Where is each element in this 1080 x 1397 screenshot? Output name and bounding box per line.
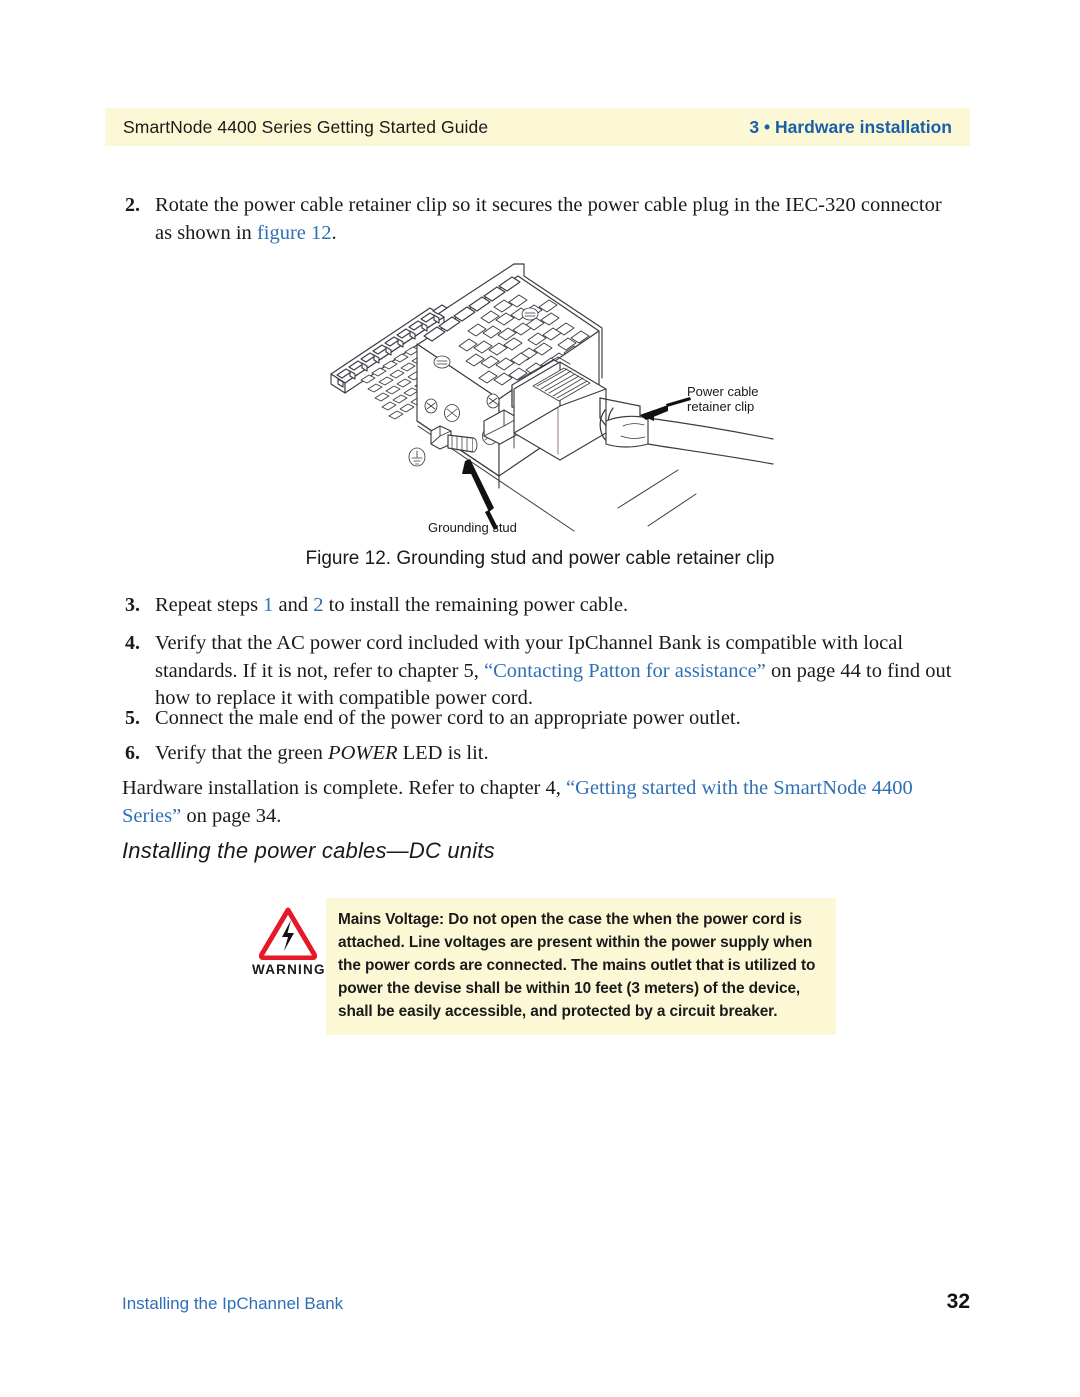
step-text: Rotate the power cable retainer clip so … xyxy=(155,192,960,247)
step-number: 3. xyxy=(125,594,140,616)
step-text-segment: . xyxy=(331,221,337,244)
figure-12-link[interactable]: figure 12 xyxy=(257,222,332,244)
warning-triangle-lightning-icon xyxy=(258,907,318,960)
warning-message-text: Mains Voltage: Do not open the case the … xyxy=(338,911,816,1020)
warning-icon-column: WARNING xyxy=(252,906,324,977)
power-led-emphasis: POWER xyxy=(328,742,398,764)
step-item-3: 3. Repeat steps 1 and 2 to install the r… xyxy=(125,592,960,620)
step-2-link[interactable]: 2 xyxy=(313,594,323,616)
step-text-segment: Repeat steps xyxy=(155,594,264,616)
step-number: 6. xyxy=(125,742,140,764)
closing-paragraph: Hardware installation is complete. Refer… xyxy=(122,775,962,830)
step-item-2: 2. Rotate the power cable retainer clip … xyxy=(125,192,960,247)
footer-section-title: Installing the IpChannel Bank xyxy=(122,1294,344,1313)
step-item-5: 5. Connect the male end of the power cor… xyxy=(125,705,960,733)
header-chapter-title: 3 • Hardware installation xyxy=(749,116,952,137)
step-text: Verify that the green POWER LED is lit. xyxy=(155,740,960,768)
step-text-segment: Verify that the green xyxy=(155,742,329,764)
section-heading-dc-units: Installing the power cables—DC units xyxy=(122,838,495,863)
figure-12-caption: Figure 12. Grounding stud and power cabl… xyxy=(305,548,775,569)
callout-arrow-retainer-clip xyxy=(640,397,691,421)
header-guide-title: SmartNode 4400 Series Getting Started Gu… xyxy=(123,116,489,137)
step-text-segment: to install the remaining power cable. xyxy=(323,594,629,616)
figure-callout-grounding-stud: Grounding stud xyxy=(428,520,517,535)
step-1-link[interactable]: 1 xyxy=(263,594,273,616)
paragraph-text-segment: on page 34. xyxy=(181,804,282,827)
paragraph-text-segment: Hardware installation is complete. Refer… xyxy=(122,777,567,799)
step-text-segment: and xyxy=(273,594,314,616)
step-number: 2. xyxy=(125,194,140,216)
contacting-patton-link[interactable]: “Contacting Patton for assistance” xyxy=(484,660,766,682)
figure-12-illustration: Power cable retainer clip Grounding stud xyxy=(318,258,788,553)
footer-page-number: 32 xyxy=(946,1290,970,1313)
page-running-header: SmartNode 4400 Series Getting Started Gu… xyxy=(105,108,970,146)
figure-callout-retainer-clip: Power cable retainer clip xyxy=(687,384,759,414)
warning-label: WARNING xyxy=(252,962,326,977)
step-item-4: 4. Verify that the AC power cord include… xyxy=(125,630,963,713)
step-number: 4. xyxy=(125,632,140,654)
step-number: 5. xyxy=(125,707,140,729)
step-text: Verify that the AC power cord included w… xyxy=(155,630,963,713)
step-text: Connect the male end of the power cord t… xyxy=(155,707,741,729)
step-text: Repeat steps 1 and 2 to install the rema… xyxy=(155,592,960,620)
step-text-segment: LED is lit. xyxy=(397,742,489,764)
warning-message-box: Mains Voltage: Do not open the case the … xyxy=(326,898,836,1035)
step-item-6: 6. Verify that the green POWER LED is li… xyxy=(125,740,960,768)
